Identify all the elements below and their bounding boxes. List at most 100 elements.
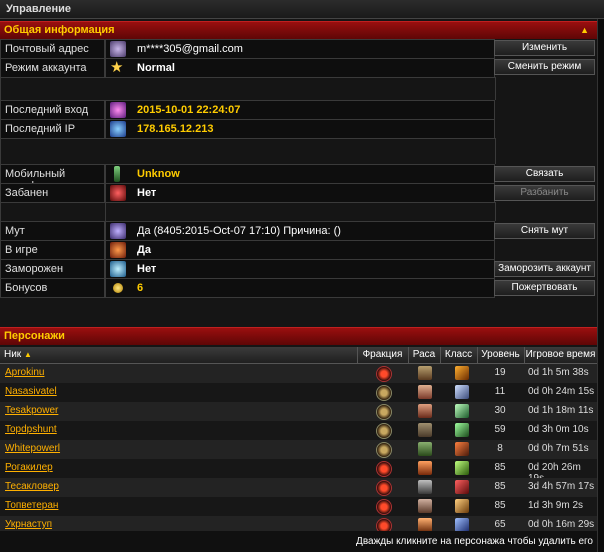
change-mode-button[interactable]: Сменить режим bbox=[494, 59, 595, 75]
last-login-value: 2015-10-01 22:24:07 bbox=[137, 104, 241, 116]
character-row[interactable]: Whitepowerl 8 0d 0h 7m 51s bbox=[0, 440, 597, 459]
character-playtime: 0d 3h 0m 10s bbox=[528, 424, 589, 435]
bonus-row: Бонусов 6 bbox=[0, 278, 495, 298]
race-icon bbox=[418, 499, 432, 513]
unmute-button[interactable]: Снять мут bbox=[494, 223, 595, 239]
character-playtime: 0d 0h 16m 29s bbox=[528, 519, 595, 530]
mail-icon bbox=[110, 41, 126, 57]
character-playtime: 0d 0h 7m 51s bbox=[528, 443, 589, 454]
mute-row: Мут Да (8405:2015-Oct-07 17:10) Причина:… bbox=[0, 221, 495, 241]
horde-faction-icon bbox=[376, 366, 392, 382]
col-level[interactable]: Уровень bbox=[477, 349, 524, 360]
col-name[interactable]: Ник ▲ bbox=[4, 349, 32, 360]
frozen-row: Заморожен Нет bbox=[0, 259, 495, 279]
class-icon bbox=[455, 404, 469, 418]
character-level: 59 bbox=[494, 424, 506, 435]
character-playtime: 0d 1h 5m 38s bbox=[528, 367, 589, 378]
character-playtime: 0d 0h 24m 15s bbox=[528, 386, 595, 397]
last-ip-row: Последний IP 178.165.12.213 bbox=[0, 119, 495, 139]
character-name[interactable]: Topdpshunt bbox=[5, 424, 57, 435]
col-playtime[interactable]: Игровое время bbox=[524, 349, 597, 360]
collapse-arrow-icon[interactable]: ▲ bbox=[580, 25, 589, 35]
race-icon bbox=[418, 423, 432, 437]
mute-icon bbox=[110, 223, 126, 239]
character-name[interactable]: Tesakpower bbox=[5, 405, 58, 416]
last-login-row: Последний вход 2015-10-01 22:24:07 bbox=[0, 100, 495, 120]
race-icon bbox=[418, 404, 432, 418]
star-icon: ★ bbox=[110, 59, 124, 76]
character-row[interactable]: Рогакилер 85 0d 20h 26m 19s bbox=[0, 459, 597, 484]
character-level: 8 bbox=[497, 443, 503, 454]
character-level: 11 bbox=[494, 386, 506, 397]
link-phone-button[interactable]: Связать bbox=[494, 166, 595, 182]
alliance-faction-icon bbox=[376, 442, 392, 458]
race-icon bbox=[418, 461, 432, 475]
character-row[interactable]: Nasasivatel 11 0d 0h 24m 15s bbox=[0, 383, 597, 402]
class-icon bbox=[455, 518, 469, 532]
phone-row: Мобильный телефон Unknow bbox=[0, 164, 495, 192]
character-name[interactable]: Укрнаступ bbox=[5, 519, 52, 530]
mute-label: Мут bbox=[5, 225, 25, 237]
class-icon bbox=[455, 366, 469, 380]
character-row[interactable]: Aprokinu 19 0d 1h 5m 38s bbox=[0, 364, 597, 383]
class-icon bbox=[455, 442, 469, 456]
spacer bbox=[0, 77, 496, 100]
freeze-icon bbox=[110, 261, 126, 277]
ingame-value: Да bbox=[137, 244, 151, 256]
clock-icon bbox=[110, 102, 126, 118]
ban-icon bbox=[110, 185, 126, 201]
character-name[interactable]: Aprokinu bbox=[5, 367, 44, 378]
horde-faction-icon bbox=[376, 461, 392, 477]
freeze-account-button[interactable]: Заморозить аккаунт bbox=[494, 261, 595, 277]
characters-header: Персонажи bbox=[0, 327, 597, 345]
general-info-title: Общая информация bbox=[4, 24, 115, 36]
ingame-label: В игре bbox=[5, 244, 38, 256]
character-row[interactable]: Topdpshunt 59 0d 3h 0m 10s bbox=[0, 421, 597, 440]
email-label: Почтовый адрес bbox=[5, 43, 89, 55]
character-name[interactable]: Рогакилер bbox=[5, 462, 53, 473]
col-class[interactable]: Класс bbox=[440, 349, 477, 360]
phone-value: Unknow bbox=[137, 168, 180, 180]
horde-faction-icon bbox=[376, 499, 392, 515]
ingame-row: В игре Да bbox=[0, 240, 495, 260]
bonus-label: Бонусов bbox=[5, 282, 48, 294]
race-icon bbox=[418, 442, 432, 456]
frozen-label: Заморожен bbox=[5, 263, 64, 275]
col-race[interactable]: Раса bbox=[408, 349, 440, 360]
change-email-button[interactable]: Изменить bbox=[494, 40, 595, 56]
character-row[interactable]: Тесакловер 85 3d 4h 57m 17s bbox=[0, 478, 597, 497]
character-name[interactable]: Топветеран bbox=[5, 500, 58, 511]
general-info-header[interactable]: Общая информация ▲ bbox=[0, 21, 597, 39]
character-level: 30 bbox=[494, 405, 506, 416]
class-icon bbox=[455, 461, 469, 475]
character-name[interactable]: Nasasivatel bbox=[5, 386, 57, 397]
race-icon bbox=[418, 385, 432, 399]
last-ip-value: 178.165.12.213 bbox=[137, 123, 214, 135]
unban-button[interactable]: Разбанить bbox=[494, 185, 595, 201]
character-name[interactable]: Тесакловер bbox=[5, 481, 59, 492]
character-level: 85 bbox=[494, 462, 506, 473]
window-title: Управление bbox=[6, 3, 72, 15]
spacer bbox=[0, 202, 496, 221]
character-row[interactable]: Топветеран 85 1d 3h 9m 2s bbox=[0, 497, 597, 516]
character-level: 19 bbox=[494, 367, 506, 378]
donate-button[interactable]: Пожертвовать bbox=[494, 280, 595, 296]
characters-title: Персонажи bbox=[4, 330, 65, 342]
table-footer: Дважды кликните на персонажа чтобы удали… bbox=[0, 531, 597, 552]
frozen-value: Нет bbox=[137, 263, 157, 275]
horde-faction-icon bbox=[376, 480, 392, 496]
banned-row: Забанен Нет bbox=[0, 183, 495, 203]
col-faction[interactable]: Фракция bbox=[357, 349, 408, 360]
character-name[interactable]: Whitepowerl bbox=[5, 443, 60, 454]
spacer bbox=[0, 138, 496, 164]
character-level: 85 bbox=[494, 481, 506, 492]
characters-table-header: Ник ▲ Фракция Раса Класс Уровень Игровое… bbox=[0, 347, 597, 364]
email-row: Почтовый адрес m****305@gmail.com bbox=[0, 39, 495, 59]
character-row[interactable]: Tesakpower 30 0d 1h 18m 11s bbox=[0, 402, 597, 421]
account-mode-label: Режим аккаунта bbox=[5, 62, 87, 74]
delete-hint: Дважды кликните на персонажа чтобы удали… bbox=[356, 536, 593, 547]
class-icon bbox=[455, 499, 469, 513]
sort-asc-icon: ▲ bbox=[23, 350, 32, 359]
account-mode-value: Normal bbox=[137, 62, 175, 74]
race-icon bbox=[418, 518, 432, 532]
